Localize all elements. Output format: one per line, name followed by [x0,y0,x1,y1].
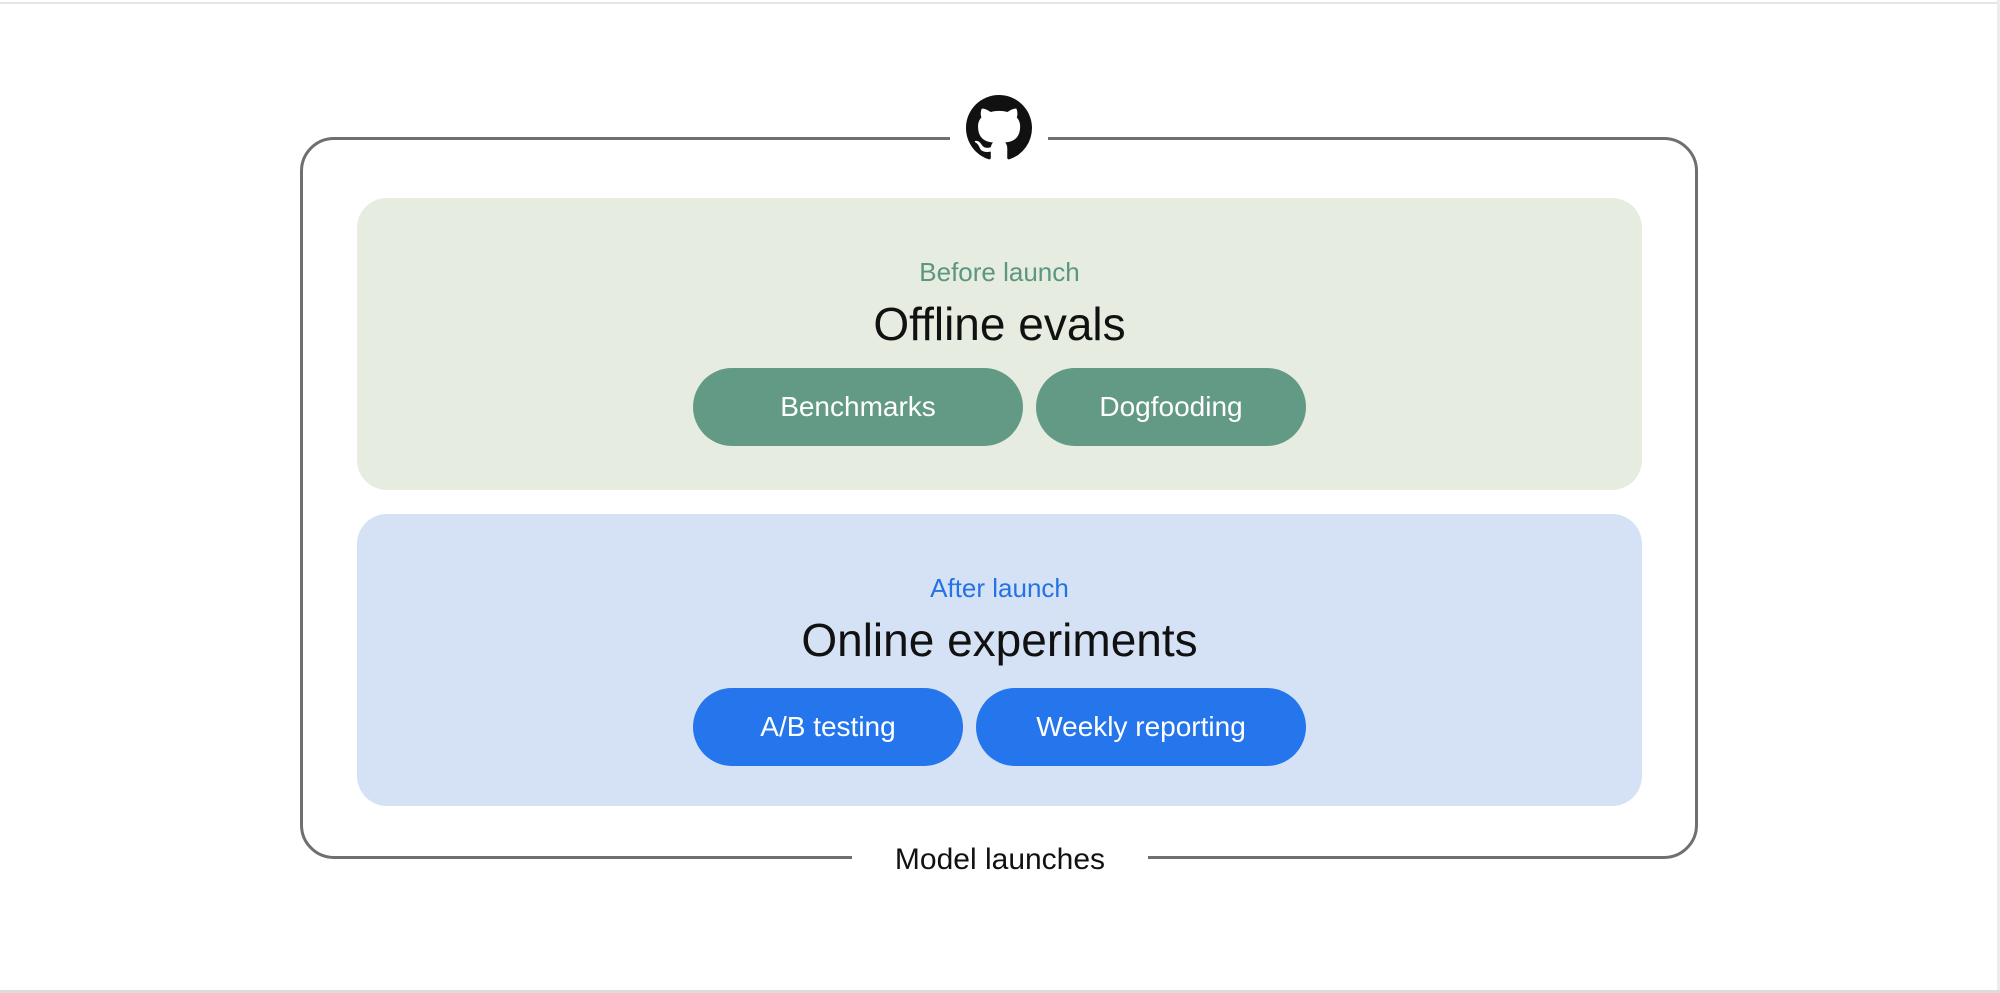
weekly-reporting-pill[interactable]: Weekly reporting [976,688,1306,766]
online-title: Online experiments [801,614,1198,666]
benchmarks-pill[interactable]: Benchmarks [693,368,1023,446]
offline-eyebrow: Before launch [919,257,1080,287]
online-eyebrow: After launch [930,573,1069,603]
top-divider [0,2,2000,4]
ab-testing-pill[interactable]: A/B testing [693,688,963,766]
frame-label: Model launches [894,843,1106,876]
offline-title: Offline evals [873,298,1126,350]
offline-evals-panel: Before launch Offline evals Benchmarks D… [357,198,1642,490]
online-experiments-panel: After launch Online experiments A/B test… [357,514,1642,806]
github-icon [966,95,1032,161]
dogfooding-pill[interactable]: Dogfooding [1036,368,1306,446]
